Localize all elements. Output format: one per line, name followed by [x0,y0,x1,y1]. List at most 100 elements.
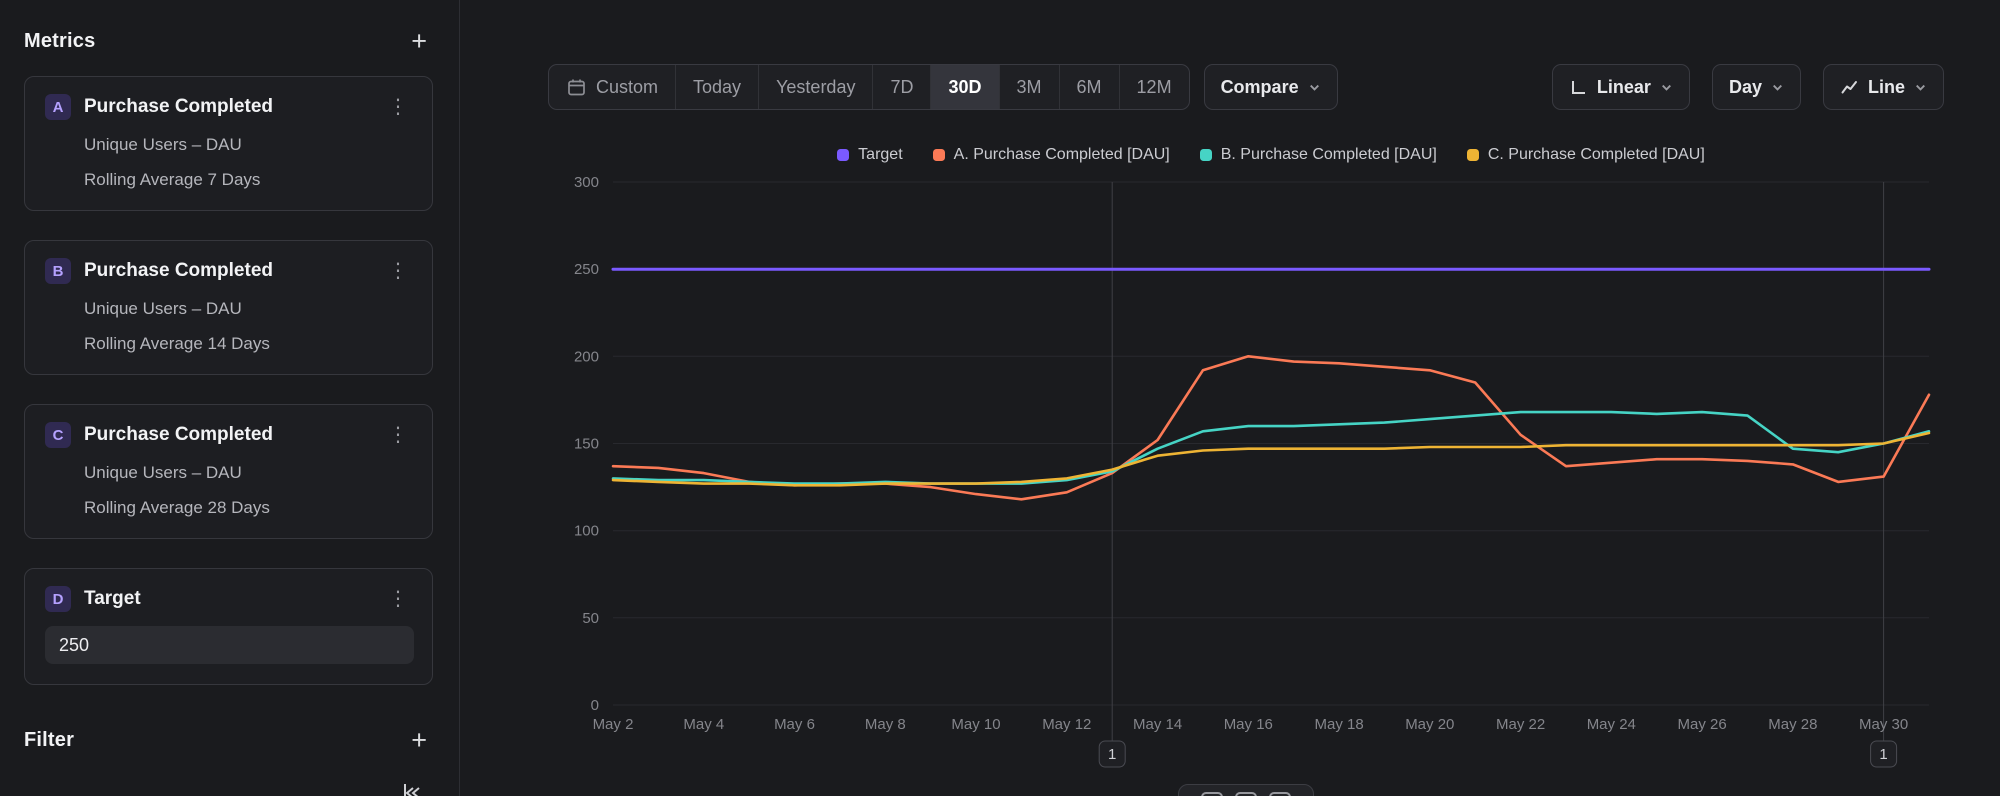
metric-card-header: B Purchase Completed ⋮ [45,258,414,284]
linear-scale-icon [1569,78,1588,97]
metrics-section-title: Metrics [24,30,95,53]
metric-badge: A [45,94,71,120]
svg-text:May 14: May 14 [1133,716,1182,733]
line-chart-icon [1840,78,1859,97]
legend-swatch [1200,149,1212,161]
legend-swatch [837,149,849,161]
filter-section-title: Filter [24,729,74,752]
scale-selector-button[interactable]: Linear [1552,64,1690,110]
svg-text:May 6: May 6 [774,716,815,733]
metric-card-c[interactable]: C Purchase Completed ⋮ Unique Users – DA… [24,404,433,539]
legend-label: Target [858,146,902,164]
chart-legend: Target A. Purchase Completed [DAU] B. Purc… [613,146,1929,164]
svg-text:May 2: May 2 [593,716,634,733]
date-range-label: 3M [1017,77,1042,98]
legend-swatch [933,149,945,161]
date-range-selector: Custom Today Yesterday 7D 30D 3M 6M 12M [548,64,1190,110]
legend-label: C. Purchase Completed [DAU] [1488,146,1705,164]
date-range-custom[interactable]: Custom [549,65,675,109]
legend-item[interactable]: Target [837,146,902,164]
granularity-selector-button[interactable]: Day [1712,64,1801,110]
metric-title: Purchase Completed [84,96,273,118]
collapse-sidebar-icon [399,780,425,796]
svg-text:May 8: May 8 [865,716,906,733]
add-metric-button[interactable]: + [405,28,433,55]
svg-text:May 28: May 28 [1768,716,1817,733]
date-range-label: Today [693,77,741,98]
chevron-down-icon [1308,81,1321,94]
date-range-label: Custom [596,77,658,98]
metric-measure[interactable]: Unique Users – DAU [45,463,414,483]
calendar-icon [566,77,587,98]
chart-bottom-toolbar [1178,784,1314,796]
metric-transform[interactable]: Rolling Average 14 Days [45,334,414,354]
svg-text:300: 300 [574,175,599,191]
svg-text:May 26: May 26 [1677,716,1726,733]
date-range-30d[interactable]: 30D [930,65,998,109]
svg-text:May 18: May 18 [1314,716,1363,733]
svg-text:May 20: May 20 [1405,716,1454,733]
date-range-yesterday[interactable]: Yesterday [758,65,872,109]
metric-card-list: A Purchase Completed ⋮ Unique Users – DA… [24,76,433,685]
svg-text:May 24: May 24 [1587,716,1636,733]
chart-type-selector-button[interactable]: Line [1823,64,1944,110]
metric-transform[interactable]: Rolling Average 28 Days [45,498,414,518]
annotation-marker[interactable]: 1 [1871,741,1897,767]
chevron-down-icon [1914,81,1927,94]
chart-toolbar: Custom Today Yesterday 7D 30D 3M 6M 12M … [548,64,1944,110]
chevron-down-icon [1660,81,1673,94]
metric-transform[interactable]: Rolling Average 7 Days [45,170,414,190]
metrics-section-header: Metrics + [24,28,433,55]
kebab-menu-icon[interactable]: ⋮ [382,423,414,447]
svg-text:May 12: May 12 [1042,716,1091,733]
date-range-6m[interactable]: 6M [1059,65,1119,109]
date-range-label: Yesterday [776,77,855,98]
metric-card-a[interactable]: A Purchase Completed ⋮ Unique Users – DA… [24,76,433,211]
sidebar: Metrics + A Purchase Completed ⋮ Unique … [0,0,460,796]
date-range-today[interactable]: Today [675,65,758,109]
legend-label: A. Purchase Completed [DAU] [954,146,1170,164]
metric-badge: D [45,586,71,612]
granularity-label: Day [1729,77,1762,98]
chart-display-controls: Linear Day Line [1552,64,1944,110]
svg-text:250: 250 [574,261,599,278]
svg-text:50: 50 [582,610,599,627]
chart-panel: Custom Today Yesterday 7D 30D 3M 6M 12M … [460,0,2000,796]
legend-item[interactable]: C. Purchase Completed [DAU] [1467,146,1705,164]
svg-text:1: 1 [1108,746,1116,763]
legend-swatch [1467,149,1479,161]
metric-measure[interactable]: Unique Users – DAU [45,135,414,155]
svg-text:May 16: May 16 [1224,716,1273,733]
metric-badge: B [45,258,71,284]
svg-text:May 30: May 30 [1859,716,1908,733]
compare-button[interactable]: Compare [1204,64,1338,110]
kebab-menu-icon[interactable]: ⋮ [382,587,414,611]
add-filter-button[interactable]: + [405,727,433,754]
kebab-menu-icon[interactable]: ⋮ [382,259,414,283]
date-range-7d[interactable]: 7D [872,65,930,109]
svg-text:200: 200 [574,348,599,365]
kebab-menu-icon[interactable]: ⋮ [382,95,414,119]
annotation-marker[interactable]: 1 [1099,741,1125,767]
chart-plot[interactable]: 050100150200250300May 2May 4May 6May 8Ma… [460,175,2000,795]
legend-label: B. Purchase Completed [DAU] [1221,146,1437,164]
toolbar-icon[interactable] [1201,792,1223,796]
target-card[interactable]: D Target ⋮ [24,568,433,685]
metric-title: Target [84,588,141,610]
chevron-down-icon [1771,81,1784,94]
svg-text:May 4: May 4 [683,716,724,733]
svg-text:0: 0 [591,697,599,714]
metric-title: Purchase Completed [84,260,273,282]
legend-item[interactable]: B. Purchase Completed [DAU] [1200,146,1437,164]
toolbar-icon[interactable] [1269,792,1291,796]
metric-measure[interactable]: Unique Users – DAU [45,299,414,319]
toolbar-icon[interactable] [1235,792,1257,796]
legend-item[interactable]: A. Purchase Completed [DAU] [933,146,1170,164]
metric-badge: C [45,422,71,448]
metric-card-b[interactable]: B Purchase Completed ⋮ Unique Users – DA… [24,240,433,375]
date-range-12m[interactable]: 12M [1119,65,1189,109]
collapse-sidebar-button[interactable] [399,780,425,796]
metrics-report-app: Metrics + A Purchase Completed ⋮ Unique … [0,0,2000,796]
date-range-3m[interactable]: 3M [999,65,1059,109]
target-value-input[interactable] [45,626,414,664]
